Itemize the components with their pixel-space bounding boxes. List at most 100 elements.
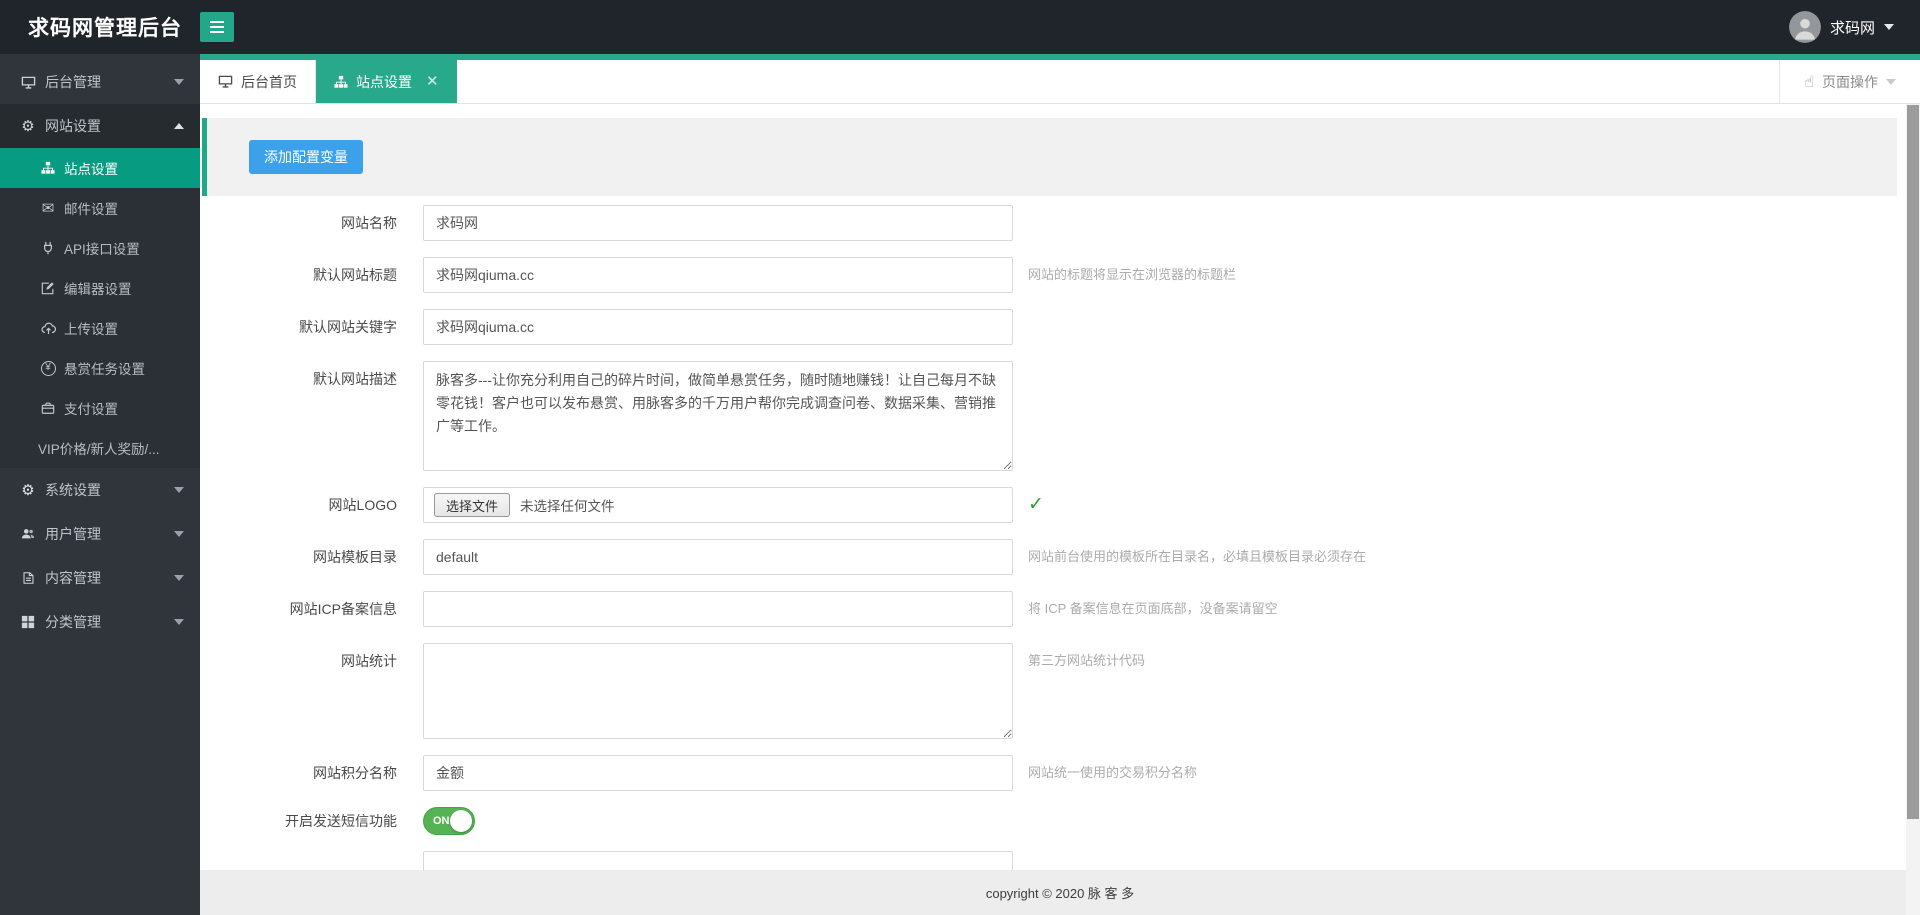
scrollbar[interactable] — [1906, 104, 1920, 915]
sidebar-item-label: 支付设置 — [64, 402, 118, 417]
scrollbar-thumb[interactable] — [1907, 105, 1919, 819]
sidebar-item-api-settings[interactable]: API接口设置 — [0, 228, 200, 268]
chevron-down-icon — [174, 619, 184, 625]
form-row: 网站名称 — [200, 205, 1920, 241]
sms-toggle[interactable]: ON — [423, 807, 475, 835]
field-hint: 网站统一使用的交易积分名称 — [1028, 765, 1198, 780]
desktop-icon — [18, 75, 38, 90]
sidebar-item-user-management[interactable]: 用户管理 — [0, 512, 200, 556]
toolbar-panel: 添加配置变量 — [202, 118, 1897, 196]
site-title-input[interactable] — [423, 257, 1013, 293]
user-menu[interactable]: 求码网 — [1788, 11, 1920, 43]
site-name-input[interactable] — [423, 205, 1013, 241]
sidebar-item-label: 上传设置 — [64, 322, 118, 337]
site-statistics-textarea[interactable] — [423, 643, 1013, 739]
page-footer: copyright © 2020 脉 客 多 — [200, 870, 1920, 915]
tab-bar: 后台首页 站点设置 ✕ ☝ 页面操作 — [200, 60, 1920, 104]
form-row: 开启发送短信功能 ON — [200, 807, 1920, 835]
copyright-text: copyright © 2020 脉 客 多 — [985, 886, 1135, 901]
chevron-down-icon — [174, 531, 184, 537]
field-hint: 第三方网站统计代码 — [1028, 653, 1146, 668]
field-label: 默认网站关键字 — [299, 319, 397, 335]
toggle-state-label: ON — [433, 815, 450, 827]
field-label: 默认网站描述 — [313, 371, 397, 387]
form-row: 网站统计 第三方网站统计代码 — [200, 643, 1920, 739]
chevron-down-icon — [174, 79, 184, 85]
sidebar-item-label: API接口设置 — [64, 242, 140, 257]
form-row: 默认网站描述 脉客多---让你充分利用自己的碎片时间，做简单悬赏任务，随时随地赚… — [200, 361, 1920, 471]
plug-icon — [38, 241, 58, 255]
chevron-down-icon — [1884, 24, 1894, 30]
sidebar-item-label: 网站设置 — [45, 118, 101, 134]
sidebar-item-content-management[interactable]: 内容管理 — [0, 556, 200, 600]
sidebar-item-label: 内容管理 — [45, 570, 101, 586]
app-window: 求码网管理后台 求码网 后台管理 ⚙ 网站设置 站点设置 ✉ 邮件设置 API接… — [0, 0, 1920, 915]
user-name: 求码网 — [1829, 19, 1875, 37]
cloud-upload-icon — [38, 321, 58, 336]
sidebar-item-payment-settings[interactable]: 支付设置 — [0, 388, 200, 428]
grid-icon — [18, 615, 38, 629]
sidebar-item-vip-price-rewards[interactable]: VIP价格/新人奖励/... — [0, 428, 200, 468]
wallet-icon — [38, 401, 58, 415]
form-row: 网站LOGO 选择文件 未选择任何文件 ✓ — [200, 487, 1920, 523]
field-label: 开启发送短信功能 — [285, 813, 397, 829]
sidebar-item-site-settings-group[interactable]: ⚙ 网站设置 — [0, 104, 200, 148]
sidebar-item-label: 邮件设置 — [64, 202, 118, 217]
sidebar-item-backend[interactable]: 后台管理 — [0, 60, 200, 104]
gear-icon: ⚙ — [21, 480, 35, 499]
sidebar-item-site-config[interactable]: 站点设置 — [0, 148, 200, 188]
tab-site-config[interactable]: 站点设置 ✕ — [316, 60, 457, 103]
form-row: 网站模板目录 网站前台使用的模板所在目录名，必填且模板目录必须存在 — [200, 539, 1920, 575]
form-row: 网站积分名称 网站统一使用的交易积分名称 — [200, 755, 1920, 791]
mail-icon: ✉ — [41, 198, 55, 217]
avatar — [1788, 11, 1821, 43]
sidebar-item-upload-settings[interactable]: 上传设置 — [0, 308, 200, 348]
sidebar-item-editor-settings[interactable]: 编辑器设置 — [0, 268, 200, 308]
sidebar-item-label: VIP价格/新人奖励/... — [38, 442, 160, 457]
chevron-down-icon — [174, 575, 184, 581]
sidebar-item-category-management[interactable]: 分类管理 — [0, 600, 200, 644]
choose-file-button[interactable]: 选择文件 — [434, 493, 511, 517]
document-icon — [18, 571, 38, 585]
sidebar: 后台管理 ⚙ 网站设置 站点设置 ✉ 邮件设置 API接口设置 编辑器设置 上传… — [0, 54, 200, 915]
tab-label: 后台首页 — [241, 73, 297, 90]
logo-file-input[interactable]: 选择文件 未选择任何文件 — [423, 487, 1013, 523]
yen-icon: ¥ — [38, 360, 58, 376]
toggle-knob — [450, 810, 472, 832]
main-area: 后台首页 站点设置 ✕ ☝ 页面操作 添加配置变量 网站名称 求码网 默认网站标… — [200, 54, 1920, 915]
field-label: 网站ICP备案信息 — [289, 601, 397, 617]
sidebar-item-label: 站点设置 — [64, 162, 118, 177]
add-config-variable-button[interactable]: 添加配置变量 — [249, 140, 363, 174]
top-header: 求码网管理后台 求码网 — [0, 0, 1920, 54]
hand-pointer-icon: ☝ — [1804, 72, 1814, 91]
sidebar-item-bounty-task-settings[interactable]: ¥ 悬赏任务设置 — [0, 348, 200, 388]
gears-icon: ⚙ — [21, 116, 35, 135]
form-row: 默认网站标题 网站的标题将显示在浏览器的标题栏 — [200, 257, 1920, 293]
sidebar-toggle-button[interactable] — [200, 12, 234, 42]
tab-label: 站点设置 — [356, 73, 412, 90]
site-settings-submenu: 站点设置 ✉ 邮件设置 API接口设置 编辑器设置 上传设置 ¥ 悬赏任务设置 … — [0, 148, 200, 468]
sidebar-item-system-settings[interactable]: ⚙ 系统设置 — [0, 468, 200, 512]
sidebar-item-label: 悬赏任务设置 — [64, 362, 145, 377]
page-actions-dropdown[interactable]: ☝ 页面操作 — [1779, 60, 1920, 103]
tab-dashboard[interactable]: 后台首页 — [200, 60, 316, 103]
close-icon[interactable]: ✕ — [426, 74, 439, 89]
credit-name-input[interactable] — [423, 755, 1013, 791]
icp-record-input[interactable] — [423, 591, 1013, 627]
sidebar-item-label: 系统设置 — [45, 482, 101, 498]
hamburger-icon — [209, 21, 225, 33]
field-label: 网站统计 — [341, 653, 397, 669]
site-keywords-input[interactable] — [423, 309, 1013, 345]
chevron-up-icon — [174, 123, 184, 129]
sitemap-icon — [38, 161, 58, 175]
file-status-text: 未选择任何文件 — [520, 499, 615, 514]
site-description-textarea[interactable]: 脉客多---让你充分利用自己的碎片时间，做简单悬赏任务，随时随地赚钱！让自己每月… — [423, 361, 1013, 471]
field-label: 网站模板目录 — [313, 549, 397, 565]
users-icon — [18, 527, 38, 541]
sidebar-item-label: 分类管理 — [45, 614, 101, 630]
sidebar-item-mail-settings[interactable]: ✉ 邮件设置 — [0, 188, 200, 228]
app-title: 求码网管理后台 — [28, 17, 182, 40]
field-label: 网站名称 — [341, 215, 397, 231]
template-dir-input[interactable] — [423, 539, 1013, 575]
field-label: 网站LOGO — [328, 497, 397, 513]
